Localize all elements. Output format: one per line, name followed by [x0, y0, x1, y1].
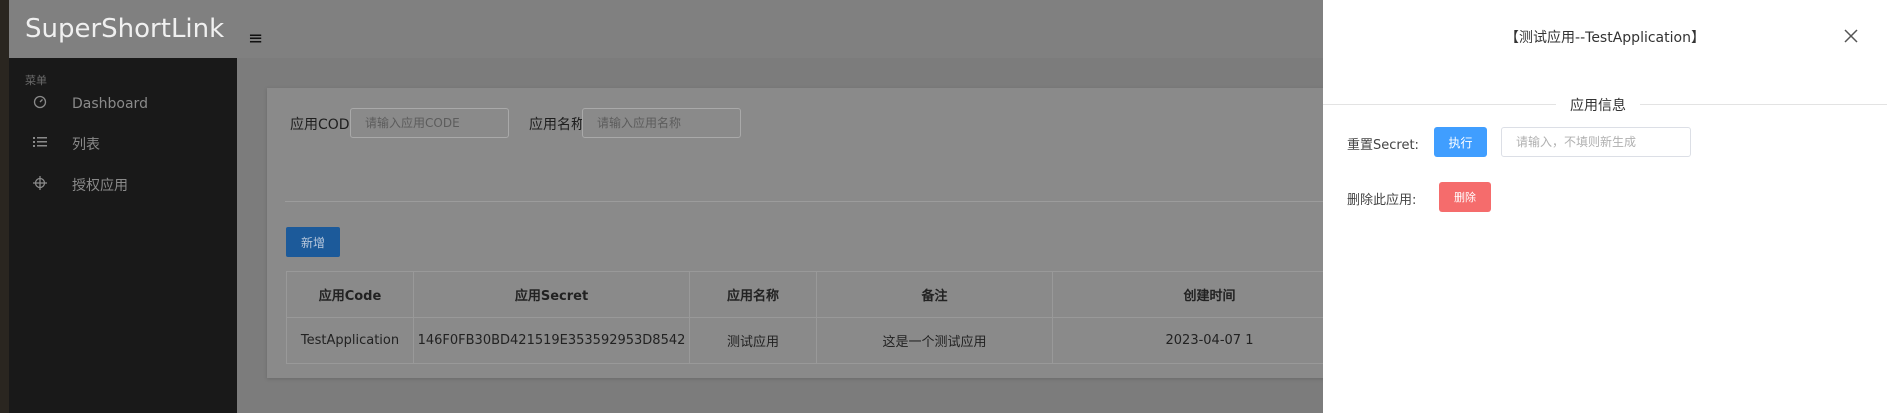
app-root: SuperShortLink ≡ 菜单 Dashboard 列表 授权应用 应用…: [0, 0, 1887, 413]
secret-input[interactable]: [1501, 127, 1691, 157]
execute-button[interactable]: 执行: [1434, 127, 1487, 157]
drawer-title: 【测试应用--TestApplication】: [1505, 30, 1705, 46]
section-title: 应用信息: [1556, 95, 1640, 115]
modal-mask[interactable]: [0, 0, 1323, 413]
close-icon[interactable]: [1844, 24, 1858, 48]
reset-secret-label: 重置Secret:: [1347, 138, 1419, 153]
app-drawer: 【测试应用--TestApplication】 应用信息 重置Secret: 执…: [1323, 0, 1887, 413]
delete-button[interactable]: 删除: [1439, 182, 1491, 212]
delete-app-label: 删除此应用:: [1347, 193, 1417, 208]
